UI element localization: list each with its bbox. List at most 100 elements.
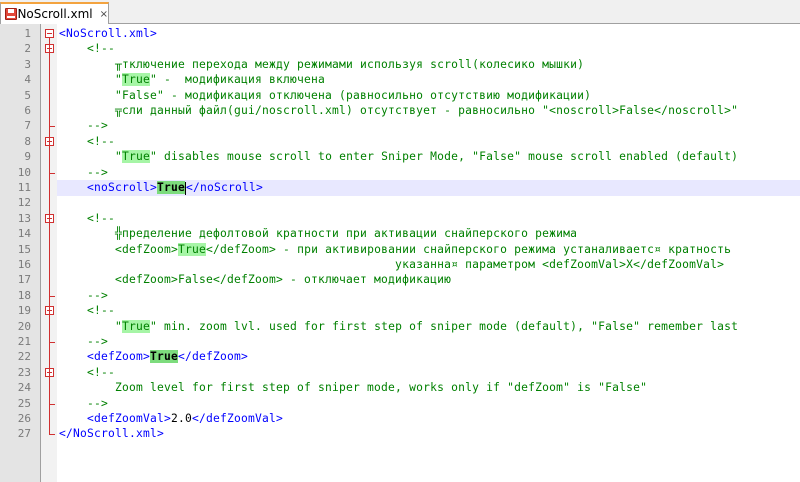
line-number: 5 xyxy=(24,88,31,102)
save-status-icon xyxy=(5,8,17,20)
code-token: --> xyxy=(59,288,109,302)
code-line[interactable]: <defZoomVal>2.0</defZoomVal> xyxy=(57,411,800,427)
code-line[interactable]: <defZoom>True</defZoom> - при активирова… xyxy=(57,242,800,258)
line-number: 13 xyxy=(17,211,31,225)
line-number: 17 xyxy=(17,273,31,287)
tab-label: NoScroll.xml xyxy=(17,7,93,21)
line-number: 2 xyxy=(24,42,31,56)
code-line[interactable]: </NoScroll.xml> xyxy=(57,426,800,442)
line-number: 3 xyxy=(24,57,31,71)
line-number: 14 xyxy=(17,227,31,241)
code-line[interactable]: ╦сли данный файл(gui/noscroll.xml) отсут… xyxy=(57,103,800,119)
line-number: 26 xyxy=(17,412,31,425)
code-token: --> xyxy=(59,396,109,410)
code-area[interactable]: <NoScroll.xml> <!-- ╥тключение перехода … xyxy=(57,24,800,482)
line-number: 22 xyxy=(17,350,31,364)
code-line[interactable]: --> xyxy=(57,334,800,350)
code-line[interactable]: <!-- xyxy=(57,211,800,227)
code-token: <NoScroll.xml> xyxy=(59,27,158,40)
line-number: 8 xyxy=(24,134,31,148)
editor[interactable]: 1 2 3 4 5 6 7 8 9 10 11 12 13 14 15 16 17 18 19 20 21 22 23 24 2… xyxy=(0,24,800,482)
code-token: <!-- xyxy=(59,365,116,379)
code-line[interactable]: <NoScroll.xml> xyxy=(57,26,800,42)
line-number: 4 xyxy=(24,73,31,87)
code-token: " xyxy=(59,150,123,164)
code-token: --> xyxy=(59,335,109,348)
code-token: <defZoom>False</defZoom> - отключает мод… xyxy=(59,273,452,287)
code-token: ╥тключение перехода между режимами испол… xyxy=(59,57,585,71)
code-token: <defZoom> xyxy=(59,242,179,256)
code-line[interactable]: ╥тключение перехода между режимами испол… xyxy=(57,57,800,73)
current-line[interactable]: <noScroll>True</noScroll> xyxy=(57,180,800,196)
code-token: </defZoom> xyxy=(178,350,249,364)
code-line[interactable]: "True" min. zoom lvl. used for first ste… xyxy=(57,319,800,335)
code-token: 2.0 xyxy=(171,412,193,425)
fold-line xyxy=(49,38,50,435)
code-line[interactable]: <!-- xyxy=(57,41,800,57)
tab-close-icon[interactable]: × xyxy=(100,9,108,19)
code-token: " - модификация включена xyxy=(150,73,326,87)
line-number: 10 xyxy=(17,165,31,179)
code-token: <!-- xyxy=(59,42,116,56)
code-token: --> xyxy=(59,119,109,133)
code-line[interactable] xyxy=(57,195,800,211)
code-token: " min. zoom lvl. used for first step of … xyxy=(150,319,739,333)
line-number: 1 xyxy=(24,27,31,40)
code-line[interactable]: "True" disables mouse scroll to enter Sn… xyxy=(57,149,800,165)
code-token: <noScroll> xyxy=(59,181,158,194)
code-token: указанна¤ параметром <defZoomVal>X</defZ… xyxy=(59,258,725,271)
code-token: Zoom level for first step of sniper mode… xyxy=(59,381,648,395)
line-number: 6 xyxy=(24,104,31,117)
code-token: </defZoomVal> xyxy=(192,412,284,425)
code-token: <!-- xyxy=(59,211,116,225)
code-token: <defZoomVal> xyxy=(59,412,172,425)
code-token: " disables mouse scroll to enter Sniper … xyxy=(150,150,739,164)
line-number: 23 xyxy=(17,365,31,379)
tab-noscroll-xml[interactable]: NoScroll.xml × xyxy=(0,2,109,24)
line-number: 15 xyxy=(17,242,31,256)
fold-end-marker xyxy=(49,434,55,436)
line-number: 18 xyxy=(17,288,31,302)
code-line[interactable]: --> xyxy=(57,165,800,181)
code-token: --> xyxy=(59,165,109,179)
code-line[interactable]: указанна¤ параметром <defZoomVal>X</defZ… xyxy=(57,257,800,273)
code-token: " xyxy=(59,319,123,333)
code-line[interactable]: <!-- xyxy=(57,134,800,150)
highlighted-token: True xyxy=(122,319,151,333)
code-token: </NoScroll.xml> xyxy=(59,427,165,441)
code-line[interactable]: Zoom level for first step of sniper mode… xyxy=(57,380,800,396)
code-line[interactable]: --> xyxy=(57,118,800,134)
highlighted-token: True xyxy=(122,150,151,164)
line-number: 25 xyxy=(17,396,31,410)
code-line[interactable]: ╬пределение дефолтовой кратности при акт… xyxy=(57,226,800,242)
tab-bar: NoScroll.xml × xyxy=(0,0,800,24)
code-line[interactable]: <defZoom>False</defZoom> - отключает мод… xyxy=(57,272,800,288)
code-token: ╬пределение дефолтовой кратности при акт… xyxy=(59,227,578,241)
line-number: 27 xyxy=(17,427,31,441)
code-token: "False" - модификация отключена (равноси… xyxy=(59,88,592,102)
code-line[interactable]: <!-- xyxy=(57,303,800,319)
code-token: <!-- xyxy=(59,304,116,318)
line-number-gutter: 1 2 3 4 5 6 7 8 9 10 11 12 13 14 15 16 17 18 19 20 21 22 23 24 2… xyxy=(0,24,41,482)
highlighted-token: True xyxy=(150,350,179,364)
code-line[interactable]: --> xyxy=(57,288,800,304)
line-number: 21 xyxy=(17,335,31,348)
code-line[interactable]: "False" - модификация отключена (равноси… xyxy=(57,88,800,104)
line-number: 7 xyxy=(24,119,31,133)
code-line[interactable]: --> xyxy=(57,396,800,412)
code-token: </noScroll> xyxy=(186,181,264,194)
highlighted-token: True xyxy=(122,73,151,87)
code-token: ╦сли данный файл(gui/noscroll.xml) отсут… xyxy=(59,104,739,117)
code-token: </defZoom> - при активировании снайперск… xyxy=(206,242,732,256)
code-line[interactable]: <!-- xyxy=(57,365,800,381)
highlighted-token: True xyxy=(157,181,186,194)
line-number: 12 xyxy=(17,196,31,210)
line-number: 20 xyxy=(17,319,31,333)
code-line[interactable]: <defZoom>True</defZoom> xyxy=(57,349,800,365)
line-number: 16 xyxy=(17,258,31,271)
line-number: 24 xyxy=(17,381,31,395)
code-token: " xyxy=(59,73,123,87)
code-token: <!-- xyxy=(59,134,116,148)
fold-toggle-icon[interactable] xyxy=(45,29,54,38)
code-line[interactable]: "True" - модификация включена xyxy=(57,72,800,88)
